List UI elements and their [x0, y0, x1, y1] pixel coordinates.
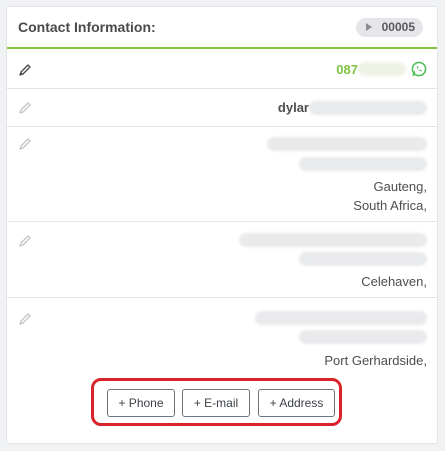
address-country: South Africa, — [353, 198, 427, 213]
address-region: Gauteng, — [373, 179, 428, 194]
redacted-name — [309, 100, 427, 115]
add-phone-button[interactable]: + Phone — [107, 389, 175, 417]
name-row: dylar — [7, 89, 437, 127]
address-row-3: Port Gerhardside, — [7, 298, 437, 374]
address-city: Celehaven, — [361, 274, 427, 289]
whatsapp-icon[interactable] — [411, 61, 427, 77]
redacted-phone — [358, 62, 406, 76]
contact-id-badge[interactable]: 00005 — [355, 17, 423, 37]
redacted-address-line — [299, 330, 427, 344]
play-icon — [365, 23, 372, 31]
pencil-icon[interactable] — [18, 312, 32, 326]
redacted-address-line — [267, 137, 427, 151]
pencil-icon[interactable] — [18, 101, 32, 115]
add-actions-group: + Phone + E-mail + Address — [91, 378, 342, 426]
pencil-icon[interactable] — [18, 63, 32, 77]
redacted-address-line — [299, 157, 427, 171]
address-row-1: Gauteng, South Africa, — [7, 127, 437, 222]
phone-value[interactable]: 087 — [336, 61, 427, 77]
redacted-address-line — [255, 311, 427, 325]
add-address-button[interactable]: + Address — [258, 389, 335, 417]
name-value[interactable]: dylar — [278, 100, 427, 115]
pencil-icon[interactable] — [18, 234, 32, 248]
address-row-2: Celehaven, — [7, 222, 437, 298]
contact-name: dylar — [277, 100, 309, 115]
card-title: Contact Information: — [18, 19, 156, 35]
add-email-button[interactable]: + E-mail — [182, 389, 250, 417]
address-city: Port Gerhardside, — [324, 353, 427, 368]
card-header: Contact Information: 00005 — [7, 7, 437, 49]
phone-number: 087 — [336, 61, 358, 77]
redacted-address-line — [239, 233, 427, 247]
pencil-icon[interactable] — [18, 137, 32, 151]
phone-row: 087 — [7, 51, 437, 89]
contact-id: 00005 — [381, 20, 415, 34]
redacted-address-line — [299, 252, 427, 266]
